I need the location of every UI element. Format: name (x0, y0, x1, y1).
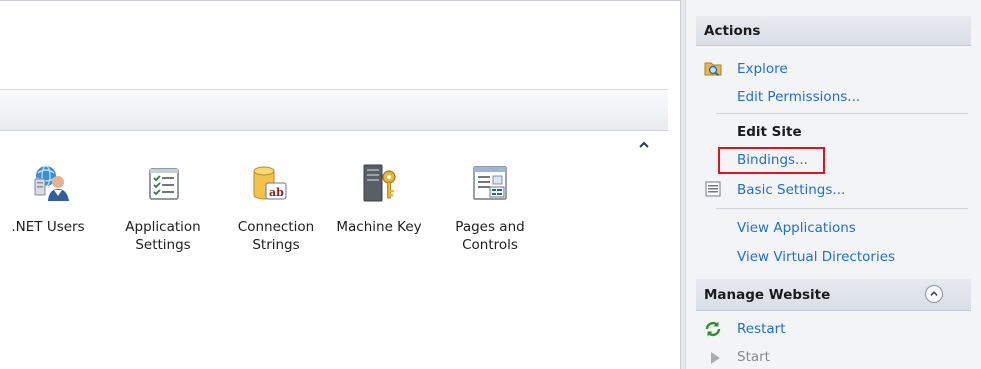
features-view: .NET Users Application Settings ab Conne… (0, 0, 680, 369)
view-applications-link[interactable]: View Applications (737, 219, 856, 237)
collapse-circle-icon[interactable] (925, 285, 943, 303)
explore-link[interactable]: Explore (737, 60, 788, 78)
start-link[interactable]: Start (737, 348, 770, 366)
settings-page-icon (705, 181, 721, 197)
users-globe-icon (34, 165, 69, 201)
feature-label: Application Settings (125, 219, 201, 253)
section-divider (716, 208, 968, 209)
edit-permissions-link[interactable]: Edit Permissions... (737, 88, 860, 106)
bindings-highlight-box (718, 147, 825, 174)
feature-machine-key[interactable]: Machine Key (328, 161, 430, 271)
basic-settings-link[interactable]: Basic Settings... (737, 181, 845, 199)
feature-net-users[interactable]: .NET Users (6, 161, 102, 271)
feature-label: Machine Key (336, 219, 422, 235)
actions-pane: Actions Explore Edit Permissions... Edit… (686, 0, 981, 369)
actions-header: Actions (696, 16, 971, 46)
settings-list-icon (149, 168, 179, 200)
server-key-icon (363, 164, 396, 202)
feature-group-header[interactable] (0, 89, 668, 131)
play-icon (711, 352, 720, 364)
collapse-caret-icon[interactable] (637, 140, 651, 150)
feature-connection-strings[interactable]: ab Connection Strings (224, 161, 328, 271)
view-virtual-directories-link[interactable]: View Virtual Directories (737, 248, 895, 266)
page-controls-icon (473, 166, 507, 200)
section-divider (716, 113, 968, 114)
edit-site-section-title: Edit Site (737, 124, 802, 140)
manage-website-title: Manage Website (704, 287, 831, 303)
feature-icons: .NET Users Application Settings ab Conne… (0, 161, 670, 271)
restart-icon (705, 321, 721, 337)
database-ab-icon: ab (253, 166, 287, 200)
feature-pages-and-controls[interactable]: Pages and Controls (440, 161, 540, 271)
feature-label: Connection Strings (237, 219, 315, 253)
feature-label: Pages and Controls (455, 219, 525, 253)
explore-icon (704, 62, 722, 77)
feature-application-settings[interactable]: Application Settings (112, 161, 214, 271)
iis-manager-window: .NET Users Application Settings ab Conne… (0, 0, 981, 369)
feature-label: .NET Users (11, 219, 85, 235)
restart-link[interactable]: Restart (737, 320, 786, 338)
svg-text:ab: ab (269, 186, 284, 199)
